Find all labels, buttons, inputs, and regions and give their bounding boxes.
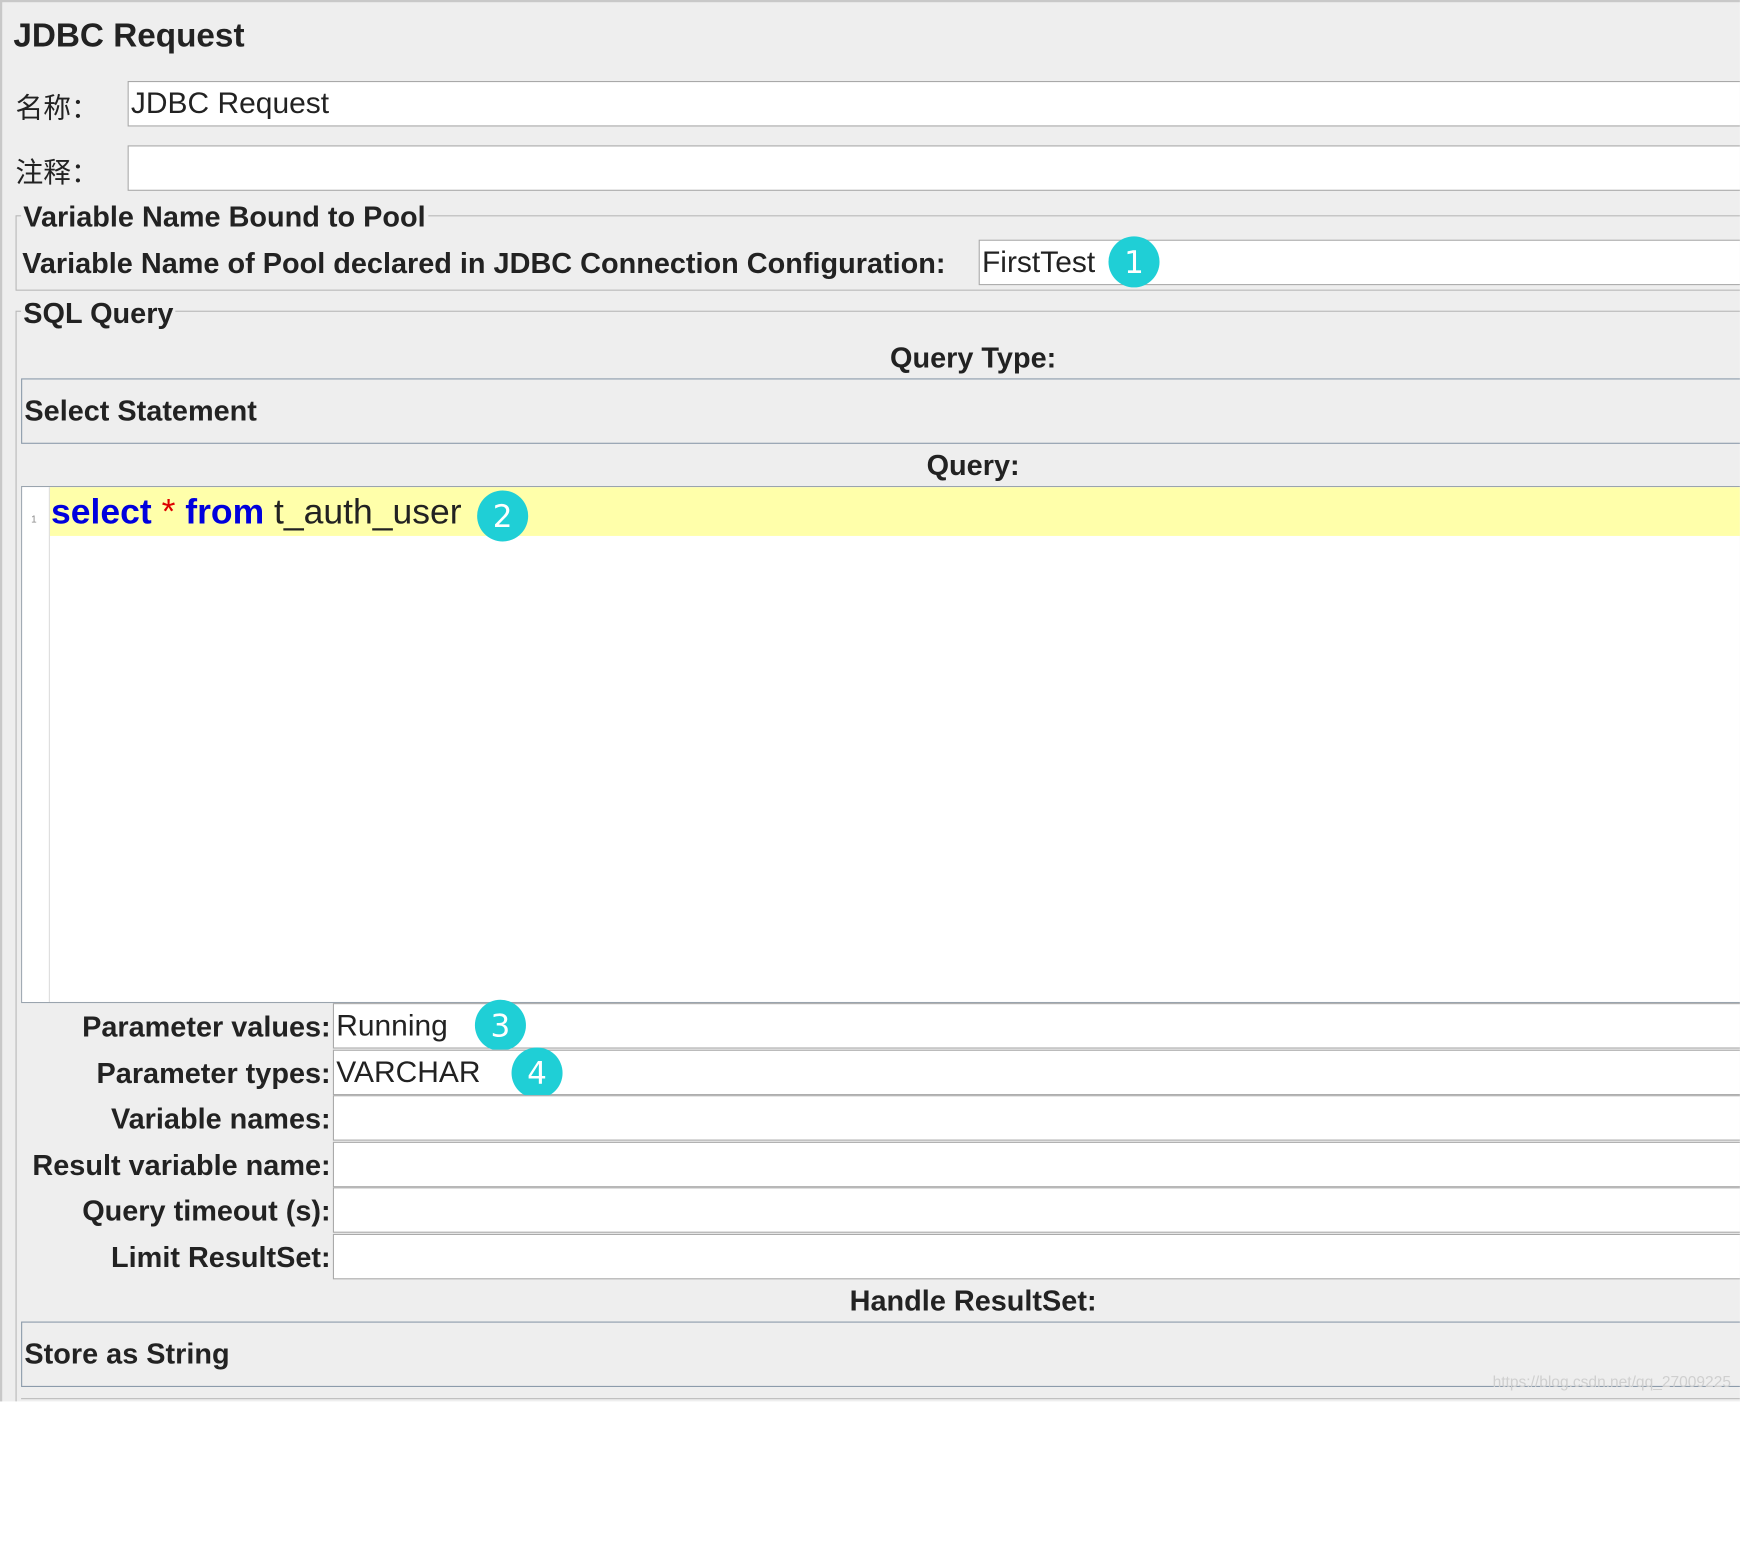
handle-resultset-select[interactable]: Store as String bbox=[21, 1321, 1740, 1387]
bottom-divider bbox=[21, 1398, 1740, 1401]
handle-resultset-label: Handle ResultSet: bbox=[849, 1283, 1097, 1318]
name-label: 名称： bbox=[15, 92, 99, 125]
variable-names-field[interactable] bbox=[332, 1095, 1740, 1141]
pool-group-title: Variable Name Bound to Pool bbox=[21, 199, 428, 235]
name-field[interactable]: JDBC Request bbox=[127, 81, 1740, 127]
sql-keyword-select: select bbox=[51, 491, 152, 532]
sql-table-name: t_auth_user bbox=[264, 491, 462, 532]
sql-query-group-title: SQL Query bbox=[21, 296, 176, 331]
result-variable-name-field[interactable] bbox=[332, 1141, 1740, 1188]
query-timeout-field[interactable] bbox=[332, 1187, 1740, 1233]
sql-operator-star: * bbox=[151, 491, 186, 532]
sql-code-line: select * from t_auth_user bbox=[51, 489, 462, 533]
annotation-4-badge: 4 bbox=[511, 1047, 563, 1099]
annotation-2-badge: 2 bbox=[477, 490, 529, 542]
comment-field[interactable] bbox=[127, 145, 1740, 191]
query-type-select[interactable]: Select Statement bbox=[21, 378, 1740, 444]
pool-variable-label: Variable Name of Pool declared in JDBC C… bbox=[22, 246, 946, 280]
pool-variable-field[interactable]: FirstTest bbox=[978, 239, 1740, 286]
annotation-1-badge: 1 bbox=[1108, 236, 1160, 288]
panel-title: JDBC Request bbox=[13, 17, 245, 55]
annotation-3-badge: 3 bbox=[474, 999, 526, 1051]
query-label: Query: bbox=[926, 448, 1020, 482]
variable-names-label: Variable names: bbox=[110, 1101, 331, 1136]
watermark-text: https://blog.csdn.net/qq_27009225 bbox=[1492, 1372, 1731, 1391]
parameter-types-label: Parameter types: bbox=[96, 1056, 331, 1090]
limit-resultset-label: Limit ResultSet: bbox=[111, 1240, 331, 1274]
sql-query-editor[interactable]: 1 select * from t_auth_user bbox=[21, 486, 1740, 1004]
parameter-values-label: Parameter values: bbox=[82, 1009, 331, 1044]
jdbc-request-panel: JDBC Request 名称： JDBC Request 注释： Variab… bbox=[0, 0, 1740, 1402]
limit-resultset-field[interactable] bbox=[332, 1233, 1740, 1280]
line-number-gutter: 1 bbox=[22, 487, 50, 1002]
parameter-values-field[interactable]: Running bbox=[332, 1003, 1740, 1049]
comment-label: 注释： bbox=[15, 156, 99, 189]
query-timeout-label: Query timeout (s): bbox=[82, 1193, 331, 1228]
result-variable-name-label: Result variable name: bbox=[32, 1148, 331, 1182]
line-number: 1 bbox=[31, 513, 37, 525]
sql-keyword-from: from bbox=[185, 491, 265, 532]
query-type-label: Query Type: bbox=[890, 340, 1057, 374]
